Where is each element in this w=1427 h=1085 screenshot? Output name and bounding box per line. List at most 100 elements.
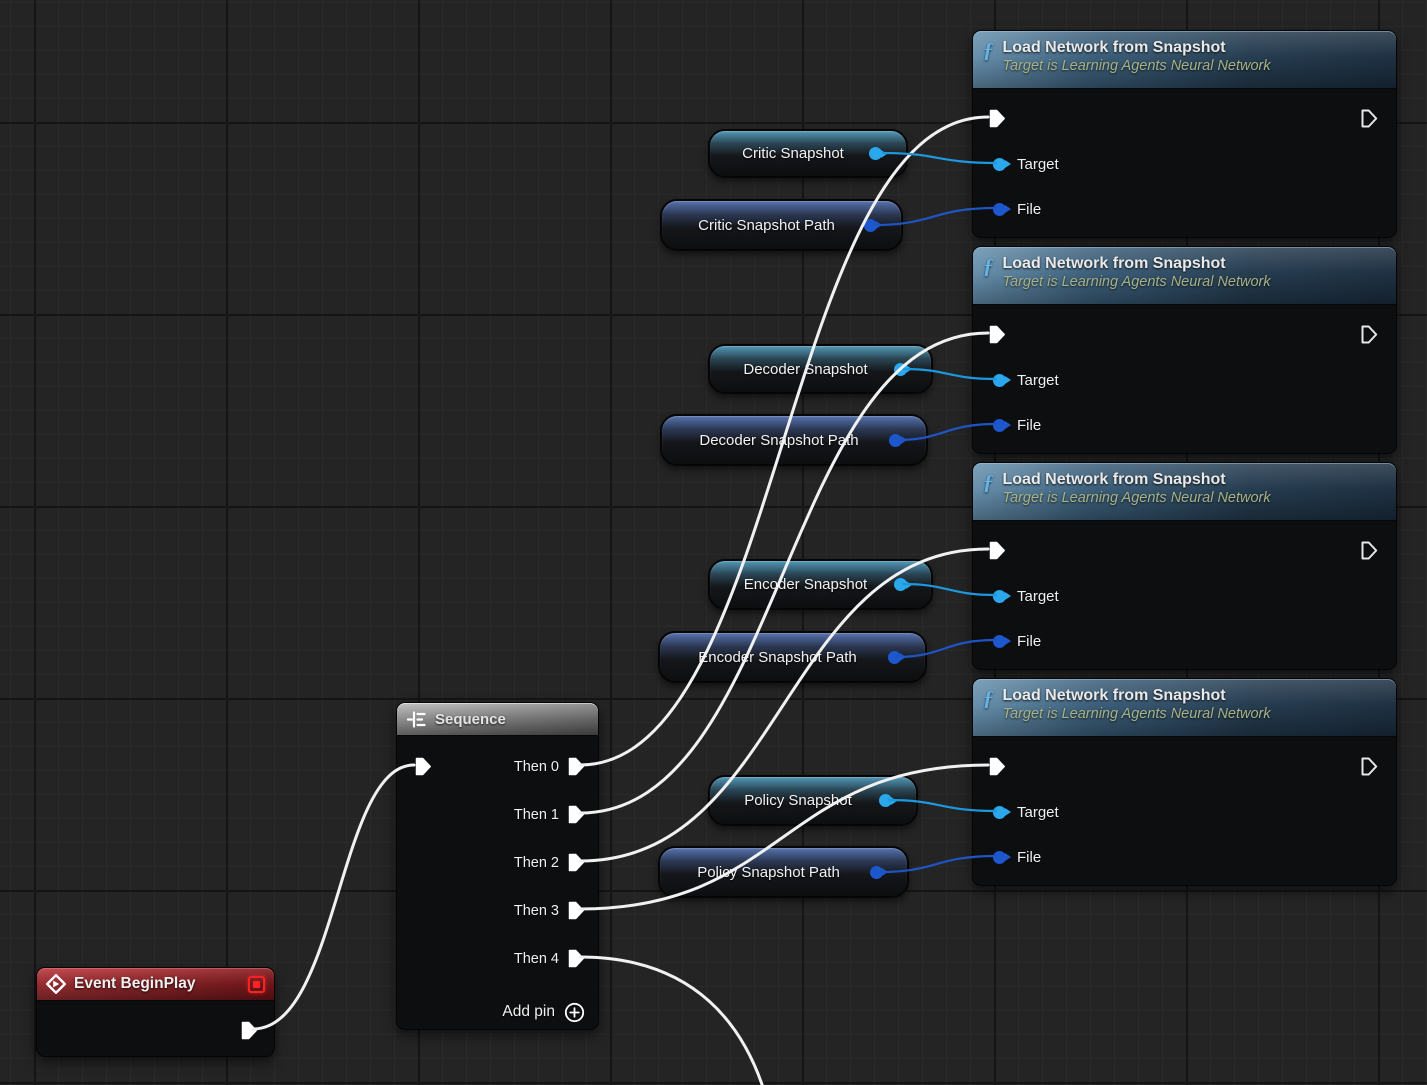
exec-in-pin[interactable] — [989, 541, 1006, 560]
pin-label: Target — [1017, 588, 1059, 605]
node-load-network-from-snapshot-3[interactable]: ƒ Load Network from Snapshot Target is L… — [972, 462, 1397, 670]
output-pin[interactable] — [888, 651, 901, 664]
pin-label: File — [1017, 633, 1041, 650]
output-pin[interactable] — [879, 794, 892, 807]
file-pin[interactable] — [993, 203, 1006, 216]
function-icon: ƒ — [983, 40, 994, 61]
pin-label: Then 1 — [514, 807, 559, 823]
exec-out-pin[interactable] — [1361, 757, 1378, 776]
then-3-pin[interactable] — [568, 901, 585, 920]
variable-node-decoder-snapshot[interactable]: Decoder Snapshot — [708, 344, 933, 394]
exec-out-pin[interactable] — [1361, 109, 1378, 128]
node-load-network-from-snapshot-4[interactable]: ƒ Load Network from Snapshot Target is L… — [972, 678, 1397, 886]
node-sequence[interactable]: Sequence Then 0 Then 1 Then 2 Then 3 The… — [396, 702, 599, 1030]
variable-label: Encoder Snapshot — [744, 576, 897, 593]
node-subtitle: Target is Learning Agents Neural Network — [1003, 706, 1271, 722]
pin-label: Then 4 — [514, 951, 559, 967]
output-pin[interactable] — [870, 866, 883, 879]
function-icon: ƒ — [983, 256, 994, 277]
node-load-network-from-snapshot-2[interactable]: ƒ Load Network from Snapshot Target is L… — [972, 246, 1397, 454]
exec-out-pin[interactable] — [241, 1021, 258, 1040]
sequence-icon — [407, 711, 427, 728]
variable-node-critic-snapshot-path[interactable]: Critic Snapshot Path — [660, 199, 903, 251]
variable-node-policy-snapshot[interactable]: Policy Snapshot — [708, 775, 918, 826]
node-title: Load Network from Snapshot — [1003, 38, 1271, 57]
output-pin[interactable] — [889, 434, 902, 447]
target-pin[interactable] — [993, 590, 1006, 603]
variable-node-critic-snapshot[interactable]: Critic Snapshot — [708, 129, 908, 178]
pin-label: Then 3 — [514, 903, 559, 919]
then-0-pin[interactable] — [568, 757, 585, 776]
then-pin-row: Then 4 — [514, 949, 585, 968]
output-pin[interactable] — [869, 147, 882, 160]
exec-in-pin[interactable] — [415, 757, 432, 776]
node-subtitle: Target is Learning Agents Neural Network — [1003, 58, 1271, 74]
then-pin-row: Then 1 — [514, 805, 585, 824]
wire-then4-offscreen[interactable] — [580, 957, 772, 1085]
output-pin[interactable] — [894, 363, 907, 376]
exec-in-pin[interactable] — [989, 325, 1006, 344]
pin-label: Then 2 — [514, 855, 559, 871]
node-event-beginplay[interactable]: Event BeginPlay — [36, 967, 275, 1057]
target-pin[interactable] — [993, 806, 1006, 819]
pin-label: Target — [1017, 804, 1059, 821]
variable-node-policy-snapshot-path[interactable]: Policy Snapshot Path — [658, 846, 909, 898]
node-title: Sequence — [435, 711, 506, 728]
node-subtitle: Target is Learning Agents Neural Network — [1003, 490, 1271, 506]
variable-node-encoder-snapshot-path[interactable]: Encoder Snapshot Path — [658, 631, 927, 683]
node-subtitle: Target is Learning Agents Neural Network — [1003, 274, 1271, 290]
node-header: Event BeginPlay — [37, 968, 274, 1001]
node-header: ƒ Load Network from Snapshot Target is L… — [973, 31, 1396, 89]
variable-label: Policy Snapshot Path — [697, 864, 870, 881]
variable-label: Critic Snapshot Path — [698, 217, 865, 234]
target-pin[interactable] — [993, 158, 1006, 171]
variable-label: Decoder Snapshot Path — [699, 432, 888, 449]
variable-node-encoder-snapshot[interactable]: Encoder Snapshot — [708, 559, 933, 610]
then-pin-row: Then 2 — [514, 853, 585, 872]
pin-label: Target — [1017, 372, 1059, 389]
event-red-square-icon — [248, 976, 265, 993]
wire-beginplay-to-sequence[interactable] — [253, 765, 414, 1029]
pin-label: Target — [1017, 156, 1059, 173]
file-pin[interactable] — [993, 635, 1006, 648]
then-pin-row: Then 3 — [514, 901, 585, 920]
pin-label: File — [1017, 849, 1041, 866]
output-pin[interactable] — [894, 578, 907, 591]
output-pin[interactable] — [864, 219, 877, 232]
add-pin-label: Add pin — [502, 1003, 555, 1021]
pin-label: File — [1017, 201, 1041, 218]
then-4-pin[interactable] — [568, 949, 585, 968]
node-header: ƒ Load Network from Snapshot Target is L… — [973, 463, 1396, 521]
node-header: Sequence — [397, 703, 598, 736]
exec-in-pin[interactable] — [989, 109, 1006, 128]
graph-canvas[interactable]: Critic Snapshot Critic Snapshot Path Dec… — [0, 0, 1427, 1085]
then-pin-row: Then 0 — [514, 757, 585, 776]
file-pin[interactable] — [993, 851, 1006, 864]
function-icon: ƒ — [983, 688, 994, 709]
node-title: Load Network from Snapshot — [1003, 254, 1271, 273]
node-title: Event BeginPlay — [74, 975, 240, 993]
variable-label: Decoder Snapshot — [743, 361, 897, 378]
node-header: ƒ Load Network from Snapshot Target is L… — [973, 679, 1396, 737]
exec-out-pin[interactable] — [1361, 325, 1378, 344]
node-title: Load Network from Snapshot — [1003, 470, 1271, 489]
variable-node-decoder-snapshot-path[interactable]: Decoder Snapshot Path — [660, 414, 928, 466]
variable-label: Policy Snapshot — [744, 792, 882, 809]
exec-out-pin[interactable] — [1361, 541, 1378, 560]
function-icon: ƒ — [983, 472, 994, 493]
node-load-network-from-snapshot-1[interactable]: ƒ Load Network from Snapshot Target is L… — [972, 30, 1397, 238]
node-header: ƒ Load Network from Snapshot Target is L… — [973, 247, 1396, 305]
event-icon — [46, 974, 66, 994]
exec-in-pin[interactable] — [989, 757, 1006, 776]
then-2-pin[interactable] — [568, 853, 585, 872]
pin-label: File — [1017, 417, 1041, 434]
target-pin[interactable] — [993, 374, 1006, 387]
file-pin[interactable] — [993, 419, 1006, 432]
variable-label: Critic Snapshot — [742, 145, 874, 162]
add-pin-button[interactable]: Add pin — [502, 1001, 585, 1023]
then-1-pin[interactable] — [568, 805, 585, 824]
pin-label: Then 0 — [514, 759, 559, 775]
add-pin-icon — [564, 1002, 585, 1023]
node-title: Load Network from Snapshot — [1003, 686, 1271, 705]
variable-label: Encoder Snapshot Path — [698, 649, 886, 666]
